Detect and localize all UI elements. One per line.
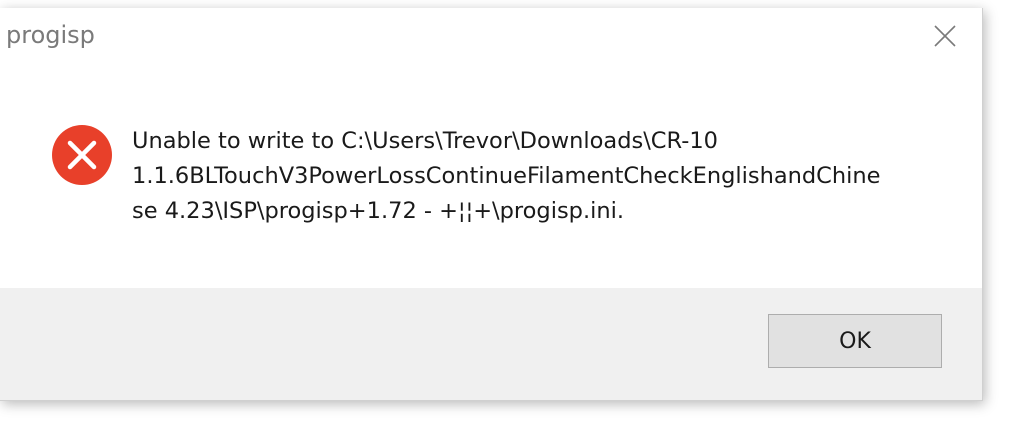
error-icon bbox=[52, 125, 112, 185]
error-message: Unable to write to C:\Users\Trevor\Downl… bbox=[132, 128, 881, 224]
dialog-content: Unable to write to C:\Users\Trevor\Downl… bbox=[0, 64, 982, 288]
close-button[interactable] bbox=[922, 16, 968, 56]
ok-button[interactable]: OK bbox=[768, 314, 942, 368]
window-title: progisp bbox=[6, 21, 95, 49]
dialog-footer: OK bbox=[0, 288, 982, 400]
title-bar[interactable]: progisp bbox=[0, 8, 982, 64]
close-icon bbox=[934, 25, 956, 47]
error-dialog: progisp Unable to write to C:\Users\Trev… bbox=[0, 8, 983, 401]
